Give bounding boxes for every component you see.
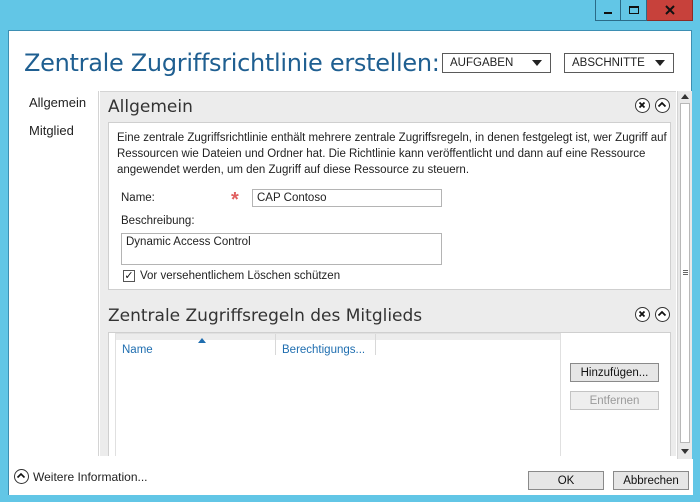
more-info-link[interactable]: Weitere Information... (33, 470, 148, 484)
ok-button[interactable]: OK (528, 471, 604, 490)
column-divider[interactable] (375, 334, 376, 355)
protect-checkbox-label: Vor versehentlichem Löschen schützen (140, 270, 341, 282)
maximize-button[interactable] (621, 0, 647, 21)
more-info-toggle[interactable] (14, 469, 29, 484)
vertical-scrollbar[interactable] (677, 91, 692, 459)
content-pane: Allgemein Eine zentrale Zugriffsrichtlin… (100, 91, 676, 456)
sort-ascending-icon (198, 338, 206, 343)
add-button[interactable]: Hinzufügen... (570, 363, 659, 382)
window-frame: Zentrale Zugriffsrichtlinie erstellen: C… (0, 0, 700, 502)
nav-item-mitglied[interactable]: Mitglied (29, 123, 74, 138)
grid-top-strip (116, 334, 560, 340)
scroll-up-icon[interactable] (681, 94, 689, 99)
minimize-button[interactable] (595, 0, 621, 21)
chevron-up-icon (657, 101, 667, 108)
scrollbar-thumb[interactable] (680, 103, 690, 443)
general-section-title: Allgemein (108, 97, 193, 117)
scroll-down-icon[interactable] (681, 449, 689, 454)
column-header-permissions[interactable]: Berechtigungs... (282, 344, 365, 356)
chevron-down-icon (655, 60, 665, 66)
description-label: Beschreibung: (121, 215, 195, 227)
policy-description-text: Eine zentrale Zugriffsrichtlinie enthält… (117, 132, 667, 176)
column-divider[interactable] (275, 334, 276, 355)
nav-item-allgemein[interactable]: Allgemein (29, 95, 86, 110)
close-section-button[interactable] (635, 98, 650, 113)
sections-dropdown[interactable]: ABSCHNITTE (564, 53, 674, 73)
chevron-up-icon (657, 310, 667, 317)
grip-line (683, 270, 688, 271)
minimize-icon (604, 12, 612, 14)
grip-line (683, 272, 688, 273)
chevron-down-icon (532, 60, 542, 66)
sections-dropdown-label: ABSCHNITTE (572, 57, 645, 69)
cancel-button[interactable]: Abbrechen (613, 471, 689, 490)
member-section-box: Name Berechtigungs... Hinzufügen... Entf… (108, 332, 671, 456)
maximize-icon (628, 6, 639, 14)
description-textarea[interactable]: Dynamic Access Control (121, 233, 442, 265)
section-navigation: Allgemein Mitglied (9, 91, 99, 456)
close-icon (664, 5, 675, 15)
collapse-section-button[interactable] (655, 307, 670, 322)
grip-line (683, 274, 688, 275)
close-icon (638, 101, 646, 109)
page-title: Zentrale Zugriffsrichtlinie erstellen: C… (24, 49, 512, 77)
protect-checkbox[interactable]: ✓ (123, 270, 135, 282)
remove-button[interactable]: Entfernen (570, 391, 659, 410)
close-section-button[interactable] (635, 307, 650, 322)
name-input[interactable]: CAP Contoso (252, 189, 442, 207)
tasks-dropdown[interactable]: AUFGABEN (442, 53, 551, 73)
general-section-box: Eine zentrale Zugriffsrichtlinie enthält… (108, 122, 671, 290)
name-label: Name: (121, 192, 155, 204)
member-rules-grid[interactable]: Name Berechtigungs... (115, 333, 561, 456)
chevron-up-icon (16, 472, 26, 479)
required-marker: * (231, 189, 239, 211)
column-header-name[interactable]: Name (122, 344, 153, 356)
member-section-title: Zentrale Zugriffsregeln des Mitglieds (108, 306, 423, 326)
close-icon (638, 310, 646, 318)
dialog-client-area: Zentrale Zugriffsrichtlinie erstellen: C… (8, 30, 693, 495)
close-window-button[interactable] (647, 0, 693, 21)
dialog-footer: Weitere Information... OK Abbrechen (9, 459, 693, 495)
tasks-dropdown-label: AUFGABEN (450, 57, 514, 69)
collapse-section-button[interactable] (655, 98, 670, 113)
